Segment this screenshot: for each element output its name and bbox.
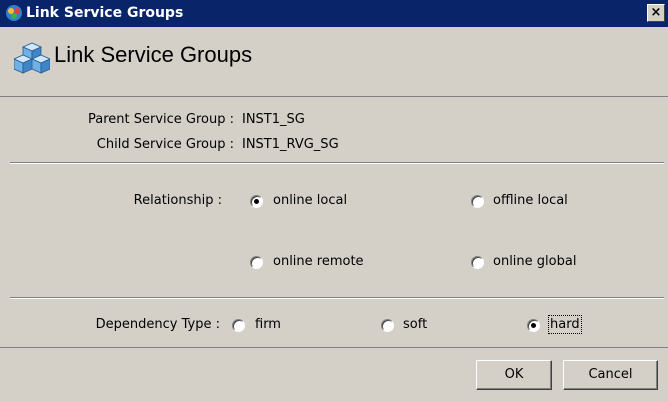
window-titlebar[interactable]: Link Service Groups × bbox=[0, 0, 668, 27]
close-icon: × bbox=[650, 5, 662, 20]
service-group-cubes-icon bbox=[14, 42, 50, 74]
window-title: Link Service Groups bbox=[26, 5, 184, 21]
parent-group-label: Parent Service Group : bbox=[87, 112, 234, 127]
ok-button[interactable]: OK bbox=[476, 360, 552, 390]
option-online-remote-label[interactable]: online remote bbox=[273, 254, 364, 269]
service-group-icon bbox=[6, 5, 22, 21]
option-hard-label[interactable]: hard bbox=[548, 315, 582, 334]
child-group-label: Child Service Group : bbox=[96, 137, 234, 152]
radio-online-global[interactable] bbox=[471, 256, 484, 269]
close-button[interactable]: × bbox=[647, 4, 665, 22]
radio-hard[interactable] bbox=[527, 319, 540, 332]
option-soft-label[interactable]: soft bbox=[403, 317, 427, 332]
option-firm-label[interactable]: firm bbox=[255, 317, 281, 332]
child-group-value: INST1_RVG_SG bbox=[242, 137, 339, 152]
header-title: Link Service Groups bbox=[54, 42, 253, 67]
radio-online-remote[interactable] bbox=[250, 256, 263, 269]
relationship-label: Relationship : bbox=[133, 193, 222, 208]
dependency-type-label: Dependency Type : bbox=[95, 317, 220, 332]
radio-offline-local[interactable] bbox=[471, 195, 484, 208]
option-offline-local-label[interactable]: offline local bbox=[493, 193, 568, 208]
separator bbox=[10, 297, 664, 299]
option-online-local-label[interactable]: online local bbox=[273, 193, 347, 208]
radio-firm[interactable] bbox=[232, 319, 245, 332]
content-panel: Parent Service Group : INST1_SG Child Se… bbox=[0, 96, 668, 348]
cancel-button[interactable]: Cancel bbox=[563, 360, 658, 390]
separator bbox=[10, 162, 664, 164]
option-online-global-label[interactable]: online global bbox=[493, 254, 576, 269]
parent-group-value: INST1_SG bbox=[242, 112, 305, 127]
radio-soft[interactable] bbox=[381, 319, 394, 332]
dialog-header: Link Service Groups bbox=[0, 27, 668, 89]
radio-online-local[interactable] bbox=[250, 195, 263, 208]
